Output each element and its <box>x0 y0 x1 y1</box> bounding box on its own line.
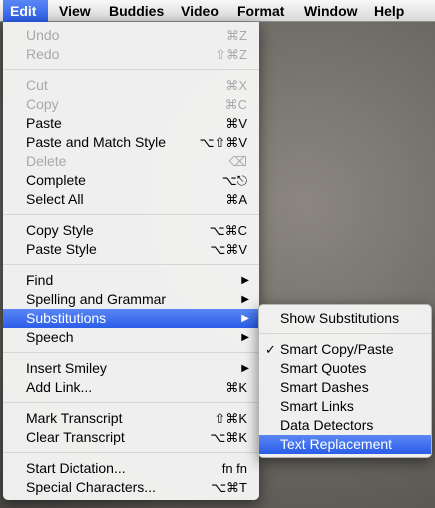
paste-match-shortcut: ⌥⇧⌘V <box>199 135 247 150</box>
menu-item-select-all[interactable]: Select All ⌘A <box>3 190 259 209</box>
special-chars-shortcut: ⌥⌘T <box>211 480 247 495</box>
menu-separator <box>3 264 259 265</box>
menu-separator <box>259 333 431 334</box>
menu-item-undo[interactable]: Undo ⌘Z <box>3 26 259 45</box>
menu-item-special-characters[interactable]: Special Characters... ⌥⌘T <box>3 478 259 497</box>
menu-item-find[interactable]: Find ▶ <box>3 271 259 290</box>
menu-window[interactable]: Window <box>297 0 365 22</box>
menu-item-data-detectors[interactable]: Data Detectors <box>259 416 431 435</box>
start-dictation-label: Start Dictation... <box>26 460 126 476</box>
copy-style-label: Copy Style <box>26 222 94 238</box>
menu-help[interactable]: Help <box>367 0 411 22</box>
find-label: Find <box>26 272 54 288</box>
menu-item-smart-links[interactable]: Smart Links <box>259 397 431 416</box>
undo-label: Undo <box>26 27 60 43</box>
paste-label: Paste <box>26 115 62 131</box>
menu-item-mark-transcript[interactable]: Mark Transcript ⇧⌘K <box>3 409 259 428</box>
menu-video[interactable]: Video <box>174 0 226 22</box>
cut-shortcut: ⌘X <box>225 78 247 93</box>
menu-item-substitutions[interactable]: Substitutions ▶ <box>3 309 259 328</box>
select-all-label: Select All <box>26 191 84 207</box>
menu-item-start-dictation[interactable]: Start Dictation... fn fn <box>3 459 259 478</box>
paste-style-label: Paste Style <box>26 241 97 257</box>
menu-item-smart-copy-paste[interactable]: ✓ Smart Copy/Paste <box>259 340 431 359</box>
menu-item-text-replacement[interactable]: Text Replacement <box>259 435 431 454</box>
paste-style-shortcut: ⌥⌘V <box>210 242 247 257</box>
menu-edit[interactable]: Edit <box>3 0 48 22</box>
submenu-arrow-icon: ▶ <box>241 313 249 324</box>
menu-item-paste[interactable]: Paste ⌘V <box>3 114 259 133</box>
speech-label: Speech <box>26 329 74 345</box>
show-substitutions-label: Show Substitutions <box>280 310 400 326</box>
menu-item-add-link[interactable]: Add Link... ⌘K <box>3 378 259 397</box>
undo-shortcut: ⌘Z <box>226 28 247 43</box>
menu-item-cut[interactable]: Cut ⌘X <box>3 76 259 95</box>
menu-item-delete[interactable]: Delete ⌫ <box>3 152 259 171</box>
add-link-shortcut: ⌘K <box>225 380 247 395</box>
delete-label: Delete <box>26 153 67 169</box>
menu-item-copy-style[interactable]: Copy Style ⌥⌘C <box>3 221 259 240</box>
menu-separator <box>3 352 259 353</box>
copy-shortcut: ⌘C <box>224 97 247 112</box>
paste-match-label: Paste and Match Style <box>26 134 167 150</box>
substitutions-label: Substitutions <box>26 310 107 326</box>
clear-transcript-label: Clear Transcript <box>26 429 125 445</box>
redo-label: Redo <box>26 46 60 62</box>
menu-item-redo[interactable]: Redo ⇧⌘Z <box>3 45 259 64</box>
complete-shortcut: ⌥⎋ <box>221 173 247 188</box>
menu-item-complete[interactable]: Complete ⌥⎋ <box>3 171 259 190</box>
menu-item-clear-transcript[interactable]: Clear Transcript ⌥⌘K <box>3 428 259 447</box>
menu-view[interactable]: View <box>52 0 98 22</box>
menu-item-insert-smiley[interactable]: Insert Smiley ▶ <box>3 359 259 378</box>
menu-item-smart-dashes[interactable]: Smart Dashes <box>259 378 431 397</box>
submenu-arrow-icon: ▶ <box>241 332 249 343</box>
mark-transcript-shortcut: ⇧⌘K <box>214 411 247 426</box>
add-link-label: Add Link... <box>26 379 93 395</box>
menu-item-paste-match-style[interactable]: Paste and Match Style ⌥⇧⌘V <box>3 133 259 152</box>
submenu-arrow-icon: ▶ <box>241 363 249 374</box>
menu-item-spelling-grammar[interactable]: Spelling and Grammar ▶ <box>3 290 259 309</box>
menu-format[interactable]: Format <box>230 0 291 22</box>
delete-shortcut: ⌫ <box>228 154 247 169</box>
menu-separator <box>3 69 259 70</box>
menu-item-paste-style[interactable]: Paste Style ⌥⌘V <box>3 240 259 259</box>
spelling-label: Spelling and Grammar <box>26 291 167 307</box>
data-detectors-label: Data Detectors <box>280 417 374 433</box>
mark-transcript-label: Mark Transcript <box>26 410 123 426</box>
checkmark-icon: ✓ <box>265 342 276 357</box>
menu-separator <box>3 214 259 215</box>
submenu-arrow-icon: ▶ <box>241 275 249 286</box>
cut-label: Cut <box>26 77 48 93</box>
smart-copy-paste-label: Smart Copy/Paste <box>280 341 394 357</box>
menu-item-copy[interactable]: Copy ⌘C <box>3 95 259 114</box>
paste-shortcut: ⌘V <box>225 116 247 131</box>
start-dictation-shortcut: fn fn <box>221 461 247 476</box>
smart-dashes-label: Smart Dashes <box>280 379 369 395</box>
insert-smiley-label: Insert Smiley <box>26 360 107 376</box>
smart-links-label: Smart Links <box>280 398 354 414</box>
menu-bar: Edit View Buddies Video Format Window He… <box>0 0 435 22</box>
complete-label: Complete <box>26 172 86 188</box>
clear-transcript-shortcut: ⌥⌘K <box>210 430 247 445</box>
menu-separator <box>3 452 259 453</box>
substitutions-submenu: Show Substitutions ✓ Smart Copy/Paste Sm… <box>258 304 432 458</box>
special-chars-label: Special Characters... <box>26 479 156 495</box>
text-replacement-label: Text Replacement <box>280 436 393 452</box>
select-all-shortcut: ⌘A <box>225 192 247 207</box>
submenu-arrow-icon: ▶ <box>241 294 249 305</box>
copy-label: Copy <box>26 96 59 112</box>
redo-shortcut: ⇧⌘Z <box>215 47 247 62</box>
menu-item-speech[interactable]: Speech ▶ <box>3 328 259 347</box>
menu-item-show-substitutions[interactable]: Show Substitutions <box>259 309 431 328</box>
menu-buddies[interactable]: Buddies <box>102 0 171 22</box>
menu-item-smart-quotes[interactable]: Smart Quotes <box>259 359 431 378</box>
copy-style-shortcut: ⌥⌘C <box>209 223 247 238</box>
edit-menu: Undo ⌘Z Redo ⇧⌘Z Cut ⌘X Copy ⌘C Paste ⌘V… <box>3 22 259 500</box>
menu-separator <box>3 402 259 403</box>
smart-quotes-label: Smart Quotes <box>280 360 367 376</box>
